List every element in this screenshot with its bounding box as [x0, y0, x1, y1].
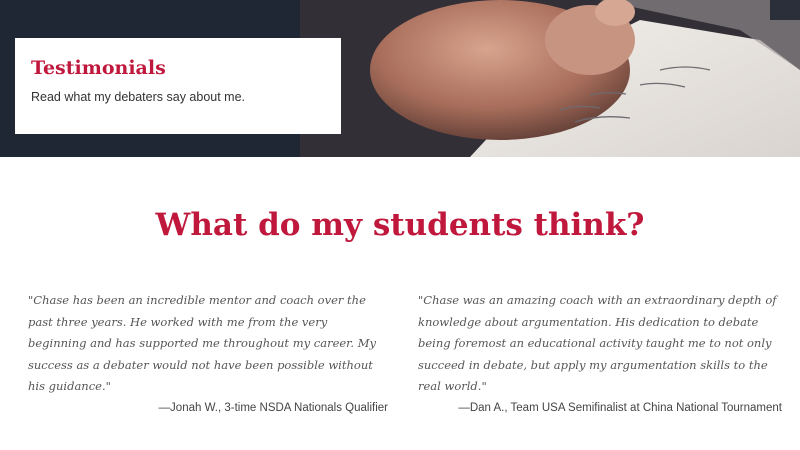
testimonial-quote: "Chase was an amazing coach with an extr…	[418, 293, 777, 393]
page-title: Testimonials	[31, 57, 166, 79]
testimonial-card: "Chase has been an incredible mentor and…	[28, 290, 388, 418]
page-subtitle: Read what my debaters say about me.	[31, 90, 246, 104]
testimonial-attribution: —Dan A., Team USA Semifinalist at China …	[458, 401, 782, 414]
testimonial-card: "Chase was an amazing coach with an extr…	[418, 290, 782, 418]
testimonial-quote: "Chase has been an incredible mentor and…	[28, 293, 376, 393]
section-headline: What do my students think?	[155, 207, 645, 243]
hero-banner: Testimonials Read what my debaters say a…	[0, 0, 800, 157]
hero-card: Testimonials Read what my debaters say a…	[15, 38, 341, 134]
testimonial-attribution: —Jonah W., 3-time NSDA Nationals Qualifi…	[158, 401, 388, 414]
